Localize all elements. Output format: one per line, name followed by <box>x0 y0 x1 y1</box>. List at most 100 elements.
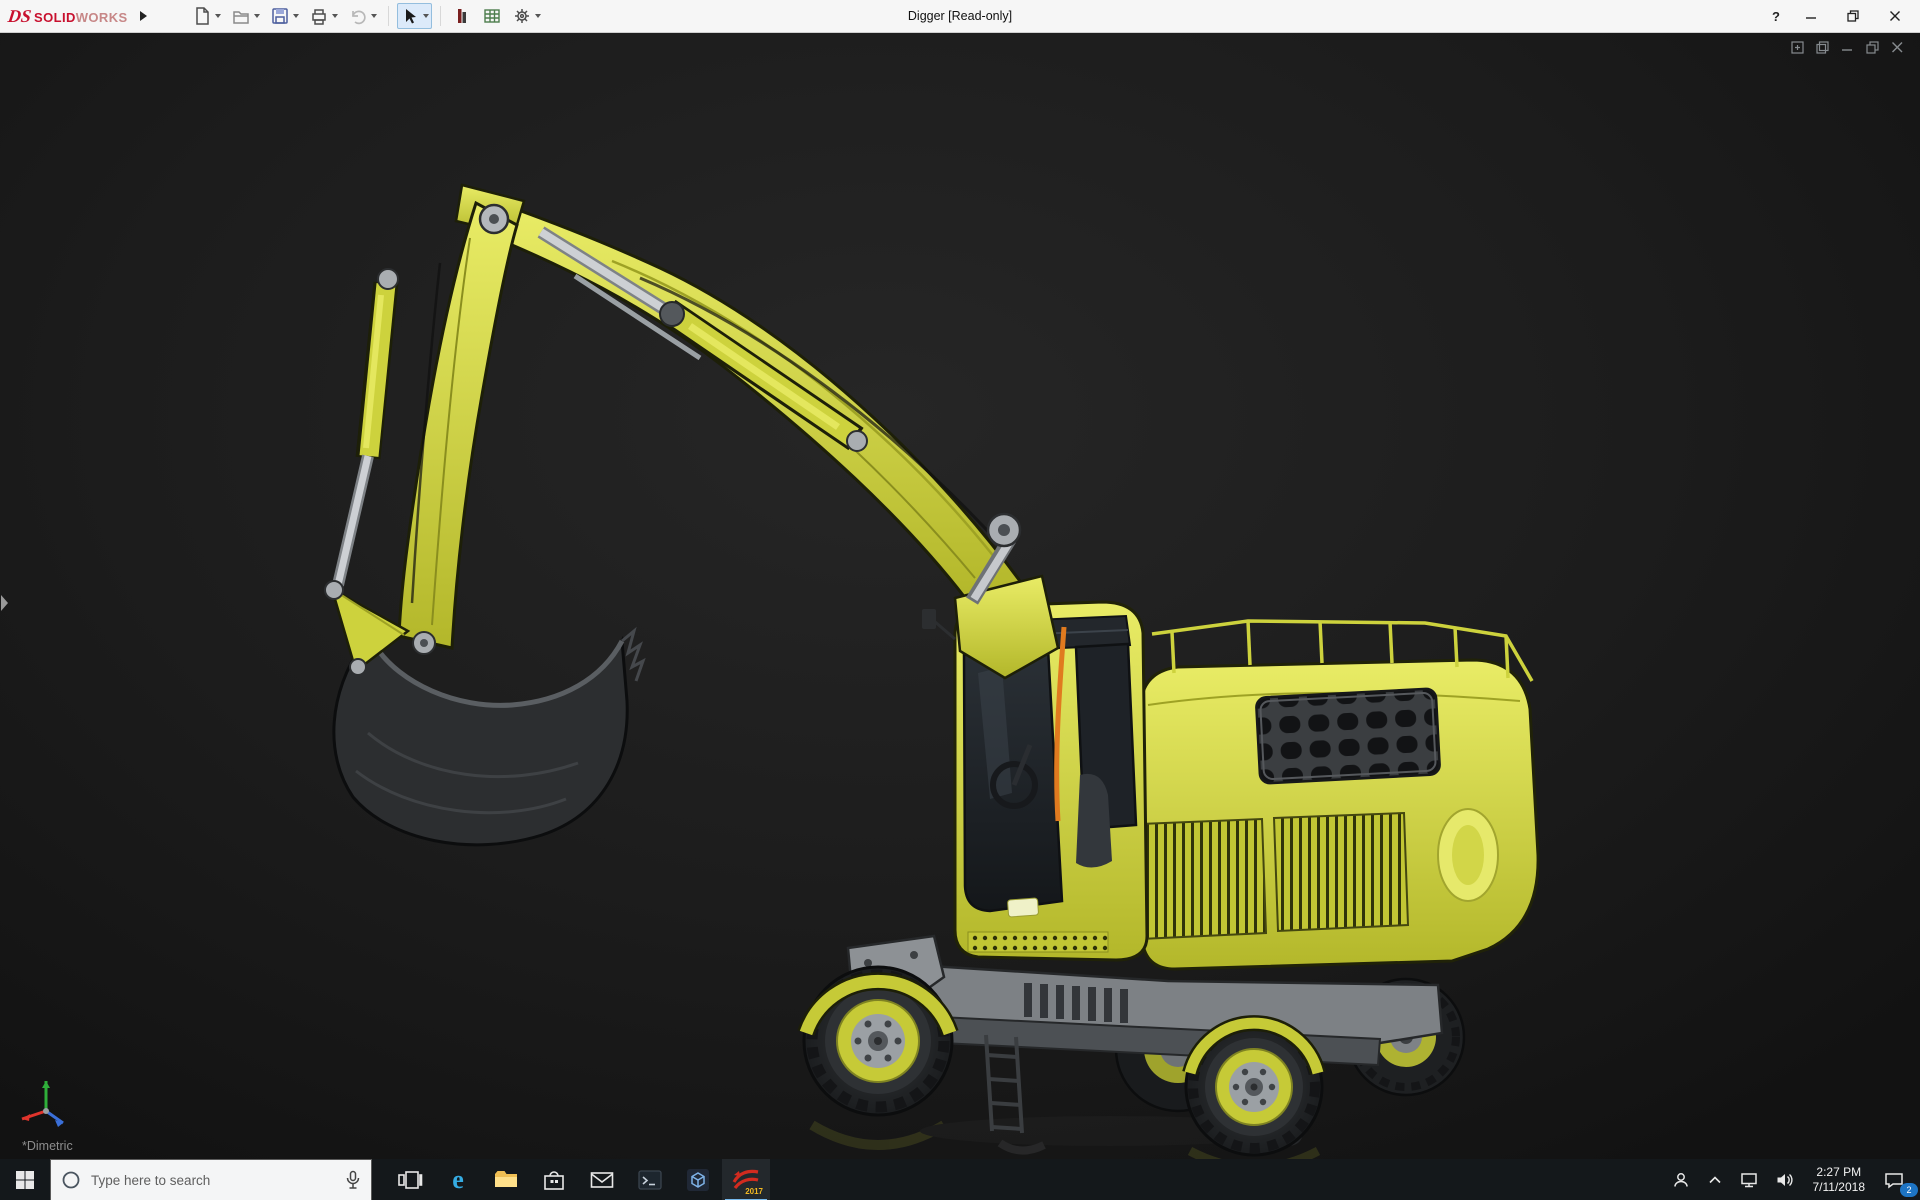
dipper-arm <box>397 200 519 650</box>
solidworks-icon: 2017 <box>731 1165 763 1196</box>
model-viewer-button[interactable] <box>674 1159 722 1200</box>
solidworks-xpress-button[interactable] <box>449 3 475 29</box>
doc-restore-button[interactable] <box>1866 41 1879 59</box>
people-button[interactable] <box>1663 1159 1699 1200</box>
close-icon <box>1892 42 1903 53</box>
save-icon <box>271 8 288 24</box>
chevron-up-icon <box>1708 1176 1721 1184</box>
solidworks-year-label: 2017 <box>745 1187 763 1196</box>
taskbar-search[interactable] <box>50 1159 372 1200</box>
gear-icon <box>514 9 529 23</box>
side-louver-panel <box>1272 811 1410 933</box>
view-orientation-label: *Dimetric <box>22 1139 73 1153</box>
task-view-button[interactable] <box>386 1159 434 1200</box>
network-icon <box>1740 1173 1757 1188</box>
titlebar: DS SOLID WORKS Digger [Read-only] ? <box>0 0 1920 33</box>
restore-icon <box>1847 10 1859 22</box>
show-hidden-icons-button[interactable] <box>1699 1159 1731 1200</box>
minimize-icon <box>1842 49 1852 51</box>
file-explorer-icon <box>495 1171 517 1187</box>
cascade-button[interactable] <box>1816 41 1829 59</box>
help-button[interactable]: ? <box>1772 9 1780 24</box>
quick-access-toolbar <box>189 3 544 29</box>
panel-flyout-arrow[interactable] <box>1 595 8 611</box>
cortana-icon <box>62 1171 80 1189</box>
boom-arm <box>332 183 1060 680</box>
dropdown-caret-icon <box>422 14 429 18</box>
close-icon <box>1890 11 1900 21</box>
solidworks-application-window: { "titlebar": { "brand": { "ds": "DS", "… <box>0 0 1920 1200</box>
notification-badge: 2 <box>1900 1183 1918 1197</box>
windows-taskbar: e 2017 <box>0 1159 1920 1200</box>
orientation-triad-icon <box>21 1081 64 1127</box>
windows-logo-icon <box>16 1171 34 1189</box>
microphone-icon[interactable] <box>345 1170 361 1190</box>
design-table-icon <box>483 9 500 23</box>
wheel-front-right <box>1182 1015 1326 1157</box>
save-button[interactable] <box>267 3 302 29</box>
undo-button[interactable] <box>345 3 380 29</box>
taskbar-clock[interactable]: 2:27 PM 7/11/2018 <box>1803 1165 1876 1195</box>
dropdown-caret-icon <box>370 14 377 18</box>
volume-button[interactable] <box>1767 1159 1803 1200</box>
open-folder-icon <box>232 11 249 24</box>
toolbar-separator <box>387 6 389 26</box>
bucket <box>332 626 646 847</box>
undo-icon <box>351 10 366 25</box>
dassault-systemes-logo-icon: DS <box>6 5 33 26</box>
person-icon <box>1673 1173 1688 1187</box>
new-window-button[interactable] <box>1791 41 1804 59</box>
action-center-button[interactable]: 2 <box>1875 1159 1920 1200</box>
dropdown-caret-icon <box>534 14 541 18</box>
xpress-tools-icon <box>457 9 466 23</box>
start-button[interactable] <box>0 1159 50 1200</box>
store-bag-icon <box>544 1171 564 1190</box>
dropdown-caret-icon <box>331 14 338 18</box>
options-button[interactable] <box>509 3 544 29</box>
new-window-icon <box>1791 41 1804 54</box>
3d-cube-icon <box>687 1169 709 1191</box>
terminal-button[interactable] <box>626 1159 674 1200</box>
engine-housing <box>1112 619 1540 971</box>
headlight <box>1007 897 1039 918</box>
open-button[interactable] <box>228 3 263 29</box>
search-input[interactable] <box>89 1171 335 1189</box>
network-button[interactable] <box>1731 1159 1767 1200</box>
minimize-icon <box>1806 17 1816 19</box>
edge-button[interactable]: e <box>434 1159 482 1200</box>
design-table-button[interactable] <box>479 3 505 29</box>
restore-button[interactable] <box>1842 5 1864 27</box>
restore-icon <box>1866 41 1879 54</box>
terminal-icon <box>638 1170 662 1190</box>
app-logo: DS SOLID WORKS <box>6 5 128 27</box>
mirror <box>922 609 936 629</box>
doc-close-button[interactable] <box>1891 41 1904 59</box>
speaker-icon <box>1777 1173 1793 1187</box>
dropdown-caret-icon <box>253 14 260 18</box>
file-explorer-button[interactable] <box>482 1159 530 1200</box>
brand-solid: SOLID <box>34 9 76 25</box>
excavator-model[interactable] <box>0 33 1920 1159</box>
window-controls: ? <box>1772 5 1906 27</box>
graphics-viewport[interactable]: *Dimetric <box>0 33 1920 1159</box>
new-document-button[interactable] <box>189 3 224 29</box>
engine-grate <box>1255 687 1441 785</box>
cascade-icon <box>1816 41 1829 54</box>
edge-icon: e <box>452 1165 464 1194</box>
mail-button[interactable] <box>578 1159 626 1200</box>
taskbar-apps: e 2017 <box>386 1159 770 1200</box>
wheel-front-left <box>797 965 959 1117</box>
task-view-icon <box>398 1171 423 1189</box>
doc-minimize-button[interactable] <box>1841 41 1854 59</box>
select-tool-button[interactable] <box>396 3 432 29</box>
print-button[interactable] <box>306 3 341 29</box>
minimize-button[interactable] <box>1800 5 1822 27</box>
store-button[interactable] <box>530 1159 578 1200</box>
close-button[interactable] <box>1884 5 1906 27</box>
menu-flyout-arrow[interactable] <box>139 11 147 21</box>
solidworks-2017-button[interactable]: 2017 <box>722 1159 770 1200</box>
clock-date: 7/11/2018 <box>1812 1180 1866 1194</box>
document-title: Digger [Read-only] <box>907 9 1013 23</box>
brand-works: WORKS <box>75 9 128 25</box>
toolbar-separator <box>439 6 441 26</box>
